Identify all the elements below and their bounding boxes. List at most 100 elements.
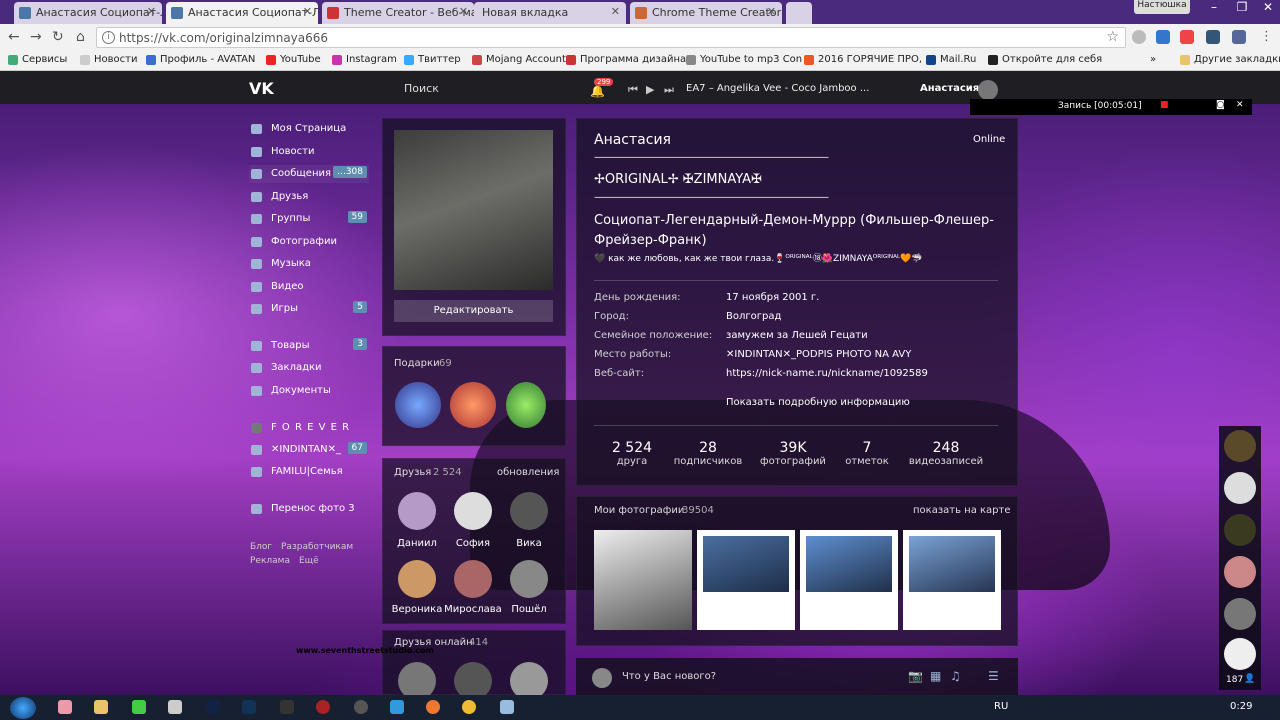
chat-avatar[interactable] <box>1224 598 1256 630</box>
sidebar-item-transfer[interactable]: Перенос фото 3 <box>249 500 369 518</box>
sidebar-item-friends[interactable]: Друзья <box>249 188 369 206</box>
bookmark-mojang[interactable]: Mojang Account <box>472 54 566 65</box>
footer-more[interactable]: Ещё <box>299 556 319 566</box>
photo-thumb[interactable] <box>903 530 1001 630</box>
friend-avatar[interactable] <box>454 492 492 530</box>
gift-box-icon[interactable] <box>450 382 496 428</box>
bookmark-twitter[interactable]: Твиттер <box>404 54 461 65</box>
camera-icon[interactable]: ◙ <box>1216 100 1225 110</box>
firefox-icon[interactable] <box>426 700 440 714</box>
next-track-icon[interactable]: ⏭ <box>664 83 674 97</box>
field-value[interactable]: 17 ноября 2001 г. <box>726 292 819 303</box>
sidebar-item-my-page[interactable]: Моя Страница <box>249 120 369 138</box>
music-icon[interactable]: ♫ <box>950 669 961 683</box>
tab-3[interactable]: Theme Creator - Веб-ма ✕ <box>322 2 474 24</box>
language-indicator[interactable]: RU <box>994 701 1008 712</box>
photo-thumb[interactable] <box>697 530 795 630</box>
bookmark-design[interactable]: Программа дизайна <box>566 54 686 65</box>
friend-avatar[interactable] <box>454 560 492 598</box>
photo-thumb[interactable] <box>800 530 898 630</box>
gift-rocket-icon[interactable] <box>395 382 441 428</box>
extension-icon[interactable] <box>1156 30 1170 44</box>
forward-icon[interactable]: → <box>30 29 42 45</box>
sidebar-item-games[interactable]: Игры 5 <box>249 300 369 318</box>
friend-name[interactable]: Даниил <box>387 538 447 549</box>
sidebar-item-music[interactable]: Музыка <box>249 255 369 273</box>
skype-icon[interactable] <box>390 700 404 714</box>
post-composer[interactable]: Что у Вас нового? 📷 ▦ ♫ ☰ <box>576 658 1018 695</box>
close-icon[interactable]: ✕ <box>1236 100 1244 110</box>
bookmark-discover[interactable]: Откройте для себя <box>988 54 1102 65</box>
sidebar-item-indintan[interactable]: ✕INDINTAN✕_ 67 <box>249 441 369 459</box>
bookmark-star-icon[interactable]: ☆ <box>1106 29 1119 45</box>
taskbar-app-icon[interactable] <box>354 700 368 714</box>
bell-icon[interactable]: 🔔 <box>590 84 605 98</box>
bookmark-mailru[interactable]: Mail.Ru <box>926 54 976 65</box>
sidebar-item-family[interactable]: FAMILU|Семья <box>249 463 369 481</box>
chat-avatar[interactable] <box>1224 638 1256 670</box>
sidebar-item-news[interactable]: Новости <box>249 143 369 161</box>
friend-name[interactable]: Пошёл <box>499 604 559 615</box>
info-icon[interactable]: i <box>102 31 115 44</box>
sidebar-item-groups[interactable]: Группы 59 <box>249 210 369 228</box>
bookmark-apps[interactable]: Сервисы <box>8 54 67 65</box>
profile-photo[interactable] <box>394 130 553 290</box>
bookmark-other[interactable]: Другие закладки <box>1180 54 1280 65</box>
friend-name[interactable]: Вероника <box>387 604 447 615</box>
header-user-name[interactable]: Анастасия <box>920 83 979 94</box>
taskbar-app-icon[interactable] <box>316 700 330 714</box>
field-value[interactable]: ✕INDINTAN✕_PODPIS PHOTO NA AVY <box>726 349 911 360</box>
stat-photos[interactable]: 39K фотографий <box>756 440 830 467</box>
close-icon[interactable]: ✕ <box>459 5 468 18</box>
photoshop-icon[interactable] <box>206 700 220 714</box>
chat-avatar[interactable] <box>1224 514 1256 546</box>
chat-avatar[interactable] <box>1224 472 1256 504</box>
extension-icon[interactable] <box>1132 30 1146 44</box>
record-icon[interactable]: ■ <box>1160 100 1169 110</box>
home-icon[interactable]: ⌂ <box>76 29 85 45</box>
bookmark-news[interactable]: Новости <box>80 54 137 65</box>
show-on-map-link[interactable]: показать на карте <box>913 505 1011 516</box>
close-icon[interactable]: ✕ <box>611 5 620 18</box>
friend-avatar[interactable] <box>510 492 548 530</box>
taskbar-app-icon[interactable] <box>280 700 294 714</box>
close-icon[interactable]: ✕ <box>147 5 156 18</box>
tab-1[interactable]: Анастасия Социопат-Ле ✕ <box>14 2 162 24</box>
field-value[interactable]: замужем за Лешей Гецати <box>726 330 868 341</box>
minimize-icon[interactable]: – <box>1200 0 1228 16</box>
settings-icon[interactable]: ☰ <box>988 669 999 683</box>
url-input[interactable]: i https://vk.com/originalzimnaya666 ☆ <box>96 27 1126 48</box>
edit-profile-button[interactable]: Редактировать <box>394 300 553 322</box>
extension-icon[interactable] <box>1206 30 1220 44</box>
friend-name[interactable]: Мирослава <box>443 604 503 615</box>
taskbar-app-icon[interactable] <box>168 700 182 714</box>
friends-updates-link[interactable]: обновления <box>497 467 559 478</box>
sidebar-item-documents[interactable]: Документы <box>249 382 369 400</box>
website-link[interactable]: https://nick-name.ru/nickname/1092589 <box>726 368 928 379</box>
browser-profile-chip[interactable]: Настюшка <box>1134 0 1190 14</box>
prev-track-icon[interactable]: ⏮ <box>628 83 638 97</box>
friend-name[interactable]: София <box>443 538 503 549</box>
vk-logo[interactable]: VK <box>249 79 274 98</box>
sidebar-item-bookmarks[interactable]: Закладки <box>249 359 369 377</box>
friend-avatar[interactable] <box>510 560 548 598</box>
photoshop-icon[interactable] <box>242 700 256 714</box>
avatar[interactable] <box>978 80 998 100</box>
extension-icon[interactable] <box>1180 30 1194 44</box>
photos-label[interactable]: Мои фотографии <box>594 505 684 516</box>
photo-thumb[interactable] <box>594 530 692 630</box>
friend-name[interactable]: Вика <box>499 538 559 549</box>
start-button[interactable] <box>10 697 36 719</box>
clock[interactable]: 0:29 <box>1230 701 1252 712</box>
menu-kebab-icon[interactable]: ⋮ <box>1260 29 1273 44</box>
bookmark-youtube[interactable]: YouTube <box>266 54 321 65</box>
stat-friends[interactable]: 2 524 друга <box>604 440 660 467</box>
footer-ads[interactable]: Реклама <box>250 556 290 566</box>
extension-icon[interactable] <box>1232 30 1246 44</box>
taskbar-app-icon[interactable] <box>500 700 514 714</box>
bookmarks-overflow[interactable]: » <box>1150 54 1156 65</box>
chrome-icon[interactable] <box>462 700 476 714</box>
sidebar-item-goods[interactable]: Товары 3 <box>249 337 369 355</box>
tab-5[interactable]: Chrome Theme Creator ✕ <box>630 2 782 24</box>
back-icon[interactable]: ← <box>8 29 20 45</box>
